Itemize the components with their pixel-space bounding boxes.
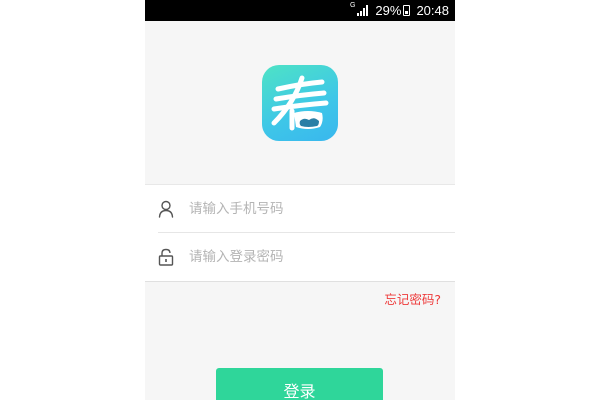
password-row bbox=[145, 233, 455, 281]
battery-percent: 29% bbox=[375, 3, 402, 18]
phone-input[interactable] bbox=[189, 197, 439, 221]
password-input[interactable] bbox=[189, 245, 439, 269]
login-form bbox=[145, 184, 455, 282]
battery-icon bbox=[403, 5, 411, 16]
phone-row bbox=[145, 185, 455, 233]
login-button[interactable]: 登录 bbox=[216, 368, 383, 400]
app-logo-icon bbox=[262, 65, 338, 141]
clock: 20:48 bbox=[416, 3, 449, 18]
forgot-password-link[interactable]: 忘记密码? bbox=[384, 289, 441, 308]
lock-icon bbox=[158, 248, 174, 266]
network-type: G bbox=[349, 2, 356, 9]
login-screen: G 29% 20:48 请输入手机号码 忘记密码? 登录 bbox=[145, 0, 455, 400]
user-icon bbox=[158, 200, 174, 218]
status-bar: G 29% 20:48 bbox=[145, 0, 455, 21]
signal-bars-icon bbox=[356, 5, 369, 16]
